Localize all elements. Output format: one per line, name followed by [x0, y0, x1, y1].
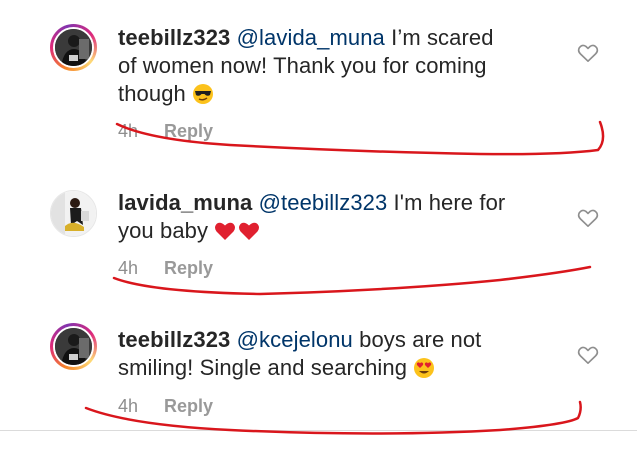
comment-text: teebillz323 @kcejelonu boys are not smil…	[118, 326, 538, 382]
comment-text: lavida_muna @teebillz323 I'm here for yo…	[118, 189, 538, 245]
comment-time: 4h	[118, 396, 139, 416]
avatar-photo	[55, 29, 92, 66]
comment-body-line1: I'm here for	[387, 190, 506, 215]
user-avatar[interactable]	[50, 190, 97, 237]
comment-meta: 4h Reply	[118, 257, 213, 279]
user-avatar[interactable]	[50, 323, 97, 370]
comment-body-line2: of women now! Thank you for coming	[118, 53, 487, 78]
list-divider	[0, 430, 637, 431]
reply-button[interactable]: Reply	[164, 396, 213, 416]
comment-mention[interactable]: @kcejelonu	[237, 327, 353, 352]
comment-mention[interactable]: @lavida_muna	[237, 25, 385, 50]
comment-username[interactable]: lavida_muna	[118, 190, 252, 215]
comment-meta: 4h Reply	[118, 395, 213, 417]
like-heart-icon[interactable]	[577, 43, 599, 63]
heart-eyes-face-icon	[413, 357, 435, 379]
comment-text: teebillz323 @lavida_muna I’m scared of w…	[118, 24, 538, 108]
avatar-photo	[51, 191, 96, 236]
comment-body-line2: you baby	[118, 218, 209, 243]
comment-username[interactable]: teebillz323	[118, 327, 230, 352]
comment-mention[interactable]: @teebillz323	[259, 190, 388, 215]
comment-body-line3: though	[118, 81, 186, 106]
reply-button[interactable]: Reply	[164, 258, 213, 278]
comment-meta: 4h Reply	[118, 120, 213, 142]
comment-time: 4h	[118, 258, 139, 278]
comment-body-line1: boys are not	[352, 327, 482, 352]
comment-body-line2: smiling! Single and searching	[118, 355, 408, 380]
user-avatar[interactable]	[50, 24, 97, 71]
comment-username[interactable]: teebillz323	[118, 25, 230, 50]
avatar-photo	[55, 328, 92, 365]
red-heart-icon	[214, 220, 260, 242]
sunglasses-face-icon	[192, 83, 214, 105]
like-heart-icon[interactable]	[577, 208, 599, 228]
comment-body-line1: I’m scared	[384, 25, 494, 50]
comment-time: 4h	[118, 121, 139, 141]
reply-button[interactable]: Reply	[164, 121, 213, 141]
like-heart-icon[interactable]	[577, 345, 599, 365]
